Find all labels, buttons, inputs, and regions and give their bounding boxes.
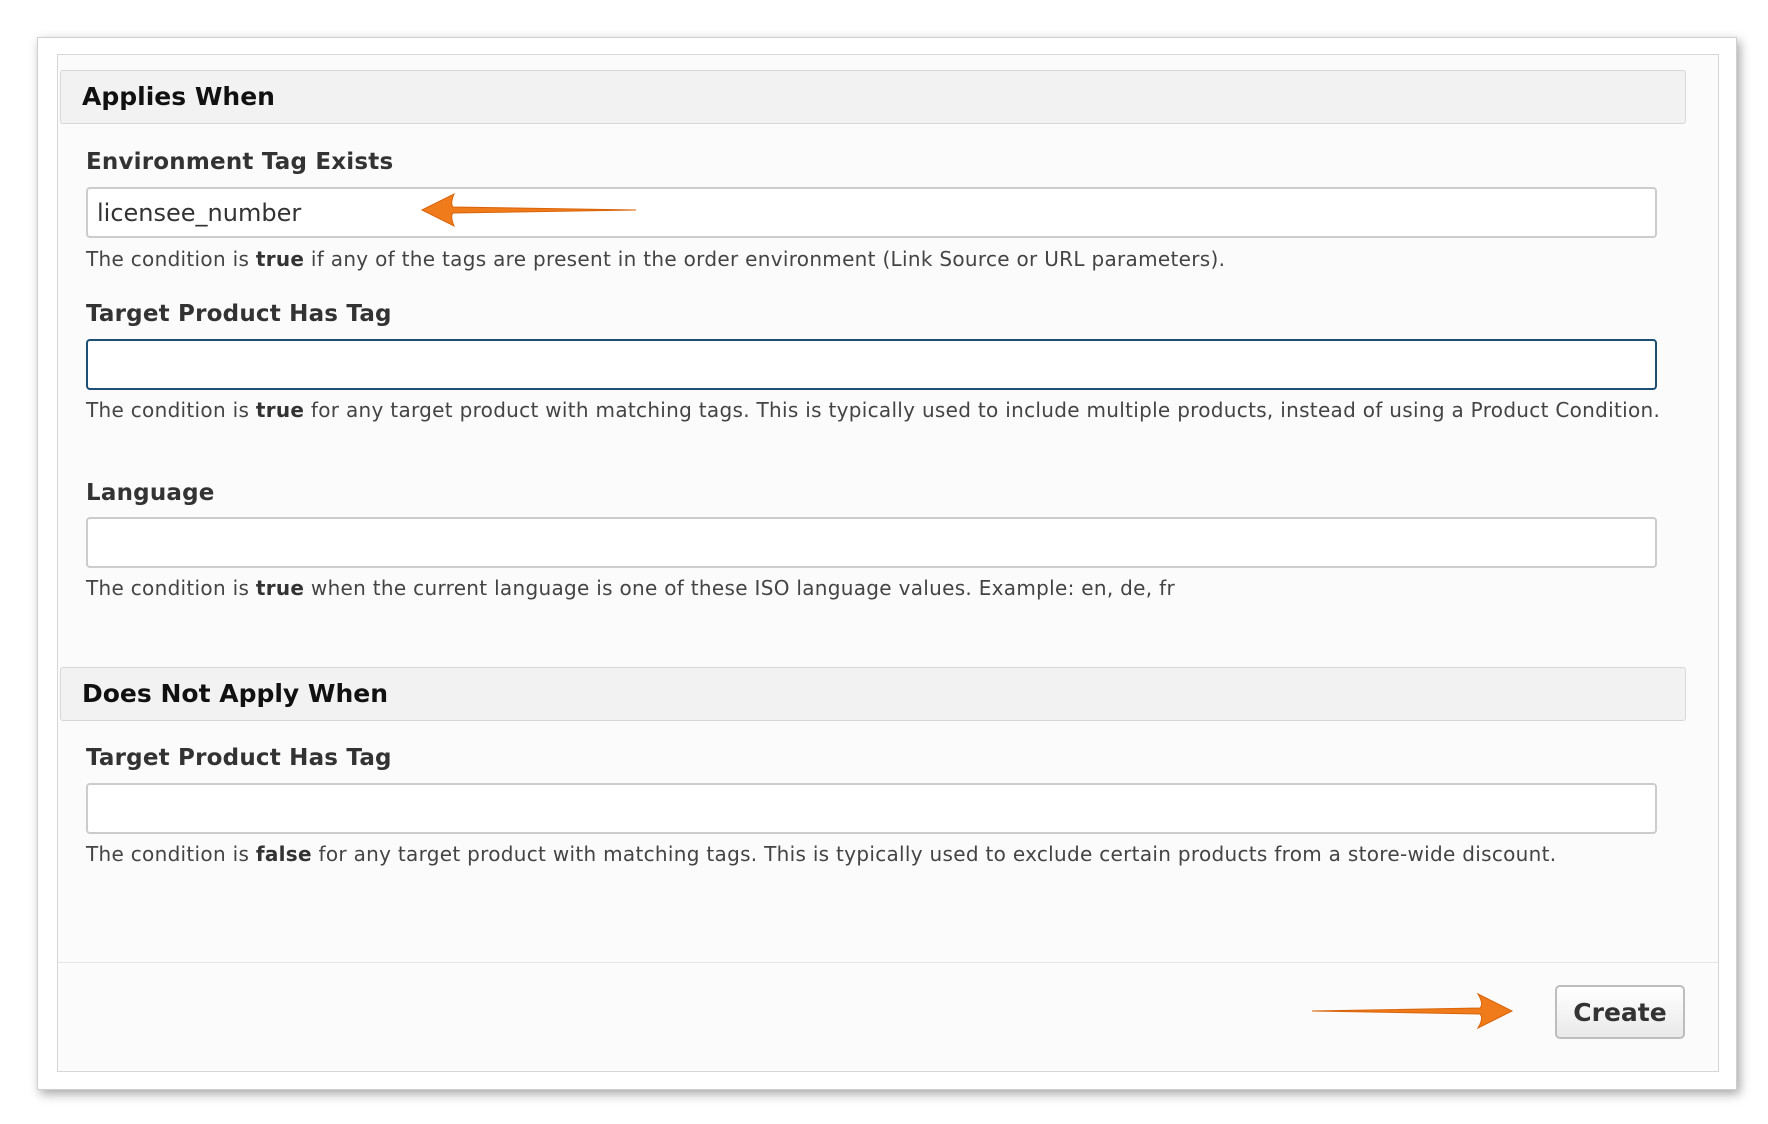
exclude-target-product-tag-help: The condition is false for any target pr… [86, 842, 1557, 866]
target-product-tag-label: Target Product Has Tag [86, 301, 392, 327]
annotation-arrow-right-icon [1311, 992, 1514, 1030]
language-help: The condition is true when the current l… [86, 576, 1175, 600]
environment-tag-label: Environment Tag Exists [86, 149, 394, 175]
environment-tag-input[interactable] [86, 187, 1657, 238]
target-product-tag-help: The condition is true for any target pro… [86, 398, 1661, 422]
create-button[interactable]: Create [1555, 985, 1685, 1039]
annotation-arrow-left-icon [420, 192, 637, 228]
exclude-target-product-tag-input[interactable] [86, 783, 1657, 834]
environment-tag-help: The condition is true if any of the tags… [86, 247, 1226, 271]
exclude-target-product-tag-label: Target Product Has Tag [86, 745, 392, 771]
applies-when-header: Applies When [60, 70, 1686, 124]
language-input[interactable] [86, 517, 1657, 568]
target-product-tag-input[interactable] [86, 339, 1657, 390]
language-label: Language [86, 480, 215, 506]
does-not-apply-when-header: Does Not Apply When [60, 667, 1686, 721]
footer-divider [58, 962, 1718, 963]
